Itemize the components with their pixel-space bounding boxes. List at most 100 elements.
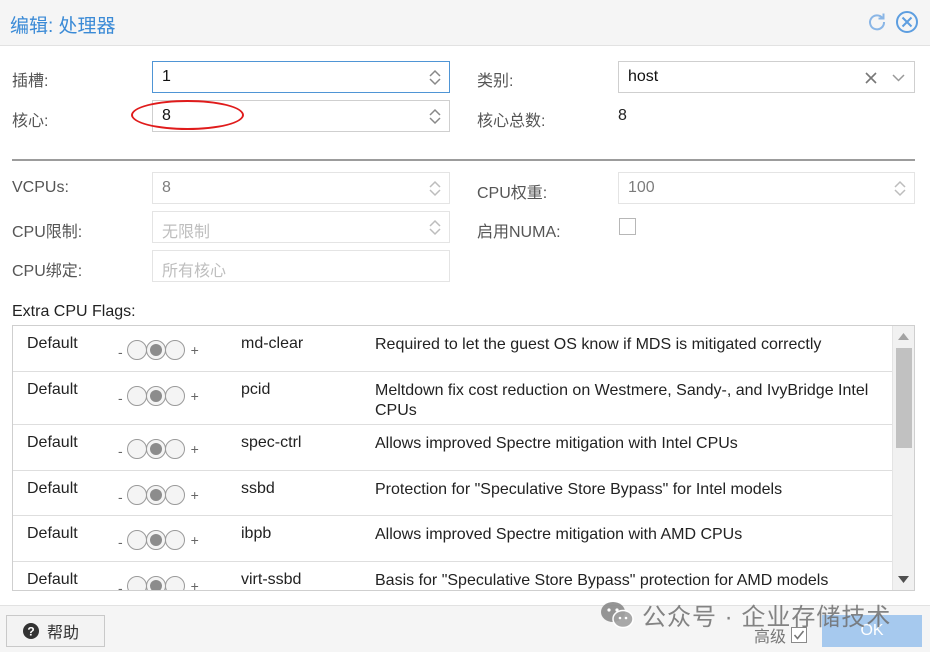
tri-on-radio[interactable] <box>164 386 185 406</box>
dialog-titlebar: 编辑: 处理器 <box>0 0 930 46</box>
vcpus-value: 8 <box>162 179 171 196</box>
sockets-field[interactable]: 1 <box>152 61 450 93</box>
cpu-flags-grid: Default - + md-clear Required to let the gue… <box>12 325 915 591</box>
flag-row: Default - + md-clear Required to let the gue… <box>13 326 893 372</box>
flag-state: Default <box>27 480 78 497</box>
flag-row: Default - + ssbd Protection for "Speculative… <box>13 471 893 516</box>
spin-down-icon[interactable] <box>429 116 441 125</box>
reset-icon[interactable] <box>865 10 889 34</box>
spin-down-icon[interactable] <box>429 188 441 197</box>
spin-up-icon[interactable] <box>429 219 441 227</box>
dialog-footer: ? 帮助 高级 OK <box>0 605 930 652</box>
advanced-toggle[interactable]: 高级 <box>754 623 808 647</box>
tri-on-radio[interactable] <box>164 340 185 360</box>
scroll-down-icon[interactable] <box>898 576 909 583</box>
question-circle-icon: ? <box>23 623 39 639</box>
numa-label: 启用NUMA: <box>477 224 561 241</box>
cores-label: 核心: <box>12 113 49 130</box>
vertical-scrollbar[interactable] <box>892 326 914 590</box>
sockets-spinner[interactable] <box>421 62 449 92</box>
cpu-units-field[interactable]: 100 <box>618 172 915 204</box>
tri-state-toggle[interactable]: - + <box>118 386 199 406</box>
cpu-limit-label: CPU限制: <box>12 224 83 241</box>
tri-plus-label: + <box>190 388 199 404</box>
tri-default-radio[interactable] <box>145 485 166 505</box>
tri-off-radio[interactable] <box>126 340 147 360</box>
tri-plus-label: + <box>190 441 199 457</box>
flag-row: Default - + spec-ctrl Allows improved Spectr… <box>13 425 893 471</box>
scroll-up-icon[interactable] <box>898 333 909 340</box>
spin-up-icon[interactable] <box>429 180 441 188</box>
tri-off-radio[interactable] <box>126 576 147 590</box>
section-divider <box>12 159 915 161</box>
flag-row: Default - + ibpb Allows improved Spectre mit… <box>13 516 893 562</box>
tri-off-radio[interactable] <box>126 485 147 505</box>
flag-description: Basis for "Speculative Store Bypass" pro… <box>375 572 829 589</box>
spin-up-icon[interactable] <box>429 108 441 116</box>
sockets-label: 插槽: <box>12 73 49 90</box>
tri-minus-label: - <box>118 534 123 550</box>
flag-name: spec-ctrl <box>241 434 302 451</box>
tri-off-radio[interactable] <box>126 386 147 406</box>
tri-default-radio[interactable] <box>145 439 166 459</box>
tri-default-radio[interactable] <box>145 386 166 406</box>
flag-name: md-clear <box>241 335 304 352</box>
flag-state: Default <box>27 571 78 588</box>
dialog-title: 编辑: 处理器 <box>10 16 116 37</box>
tri-state-toggle[interactable]: - + <box>118 485 199 505</box>
cpu-affinity-field[interactable]: 所有核心 <box>152 250 450 282</box>
tri-default-radio[interactable] <box>145 340 166 360</box>
tri-state-toggle[interactable]: - + <box>118 530 199 550</box>
clear-icon[interactable] <box>865 72 877 84</box>
chevron-down-icon[interactable] <box>892 74 905 82</box>
vcpus-spinner[interactable] <box>421 173 449 203</box>
spin-down-icon[interactable] <box>894 188 906 197</box>
spin-up-icon[interactable] <box>429 69 441 77</box>
tri-plus-label: + <box>190 342 199 358</box>
scrollbar-thumb[interactable] <box>896 348 912 448</box>
spin-down-icon[interactable] <box>429 77 441 86</box>
cores-spinner[interactable] <box>421 101 449 131</box>
selected-dot-icon <box>149 344 162 356</box>
tri-on-radio[interactable] <box>164 576 185 590</box>
vcpus-field[interactable]: 8 <box>152 172 450 204</box>
cores-value: 8 <box>162 107 171 124</box>
flag-description: Allows improved Spectre mitigation with … <box>375 526 743 543</box>
cores-field[interactable]: 8 <box>152 100 450 132</box>
cpu-limit-spinner[interactable] <box>421 212 449 242</box>
tri-minus-label: - <box>118 580 123 591</box>
type-combobox[interactable]: host <box>618 61 915 93</box>
numa-checkbox[interactable] <box>619 218 636 235</box>
spin-down-icon[interactable] <box>429 227 441 236</box>
selected-dot-icon <box>149 489 162 501</box>
flag-state: Default <box>27 381 78 398</box>
tri-state-toggle[interactable]: - + <box>118 576 199 591</box>
tri-default-radio[interactable] <box>145 530 166 550</box>
svg-text:?: ? <box>27 625 34 639</box>
total-cores-label: 核心总数: <box>477 113 546 130</box>
flag-state: Default <box>27 525 78 542</box>
help-button[interactable]: ? 帮助 <box>6 615 105 647</box>
tri-state-toggle[interactable]: - + <box>118 340 199 360</box>
tri-on-radio[interactable] <box>164 485 185 505</box>
flag-description: Allows improved Spectre mitigation with … <box>375 435 738 452</box>
total-cores-value: 8 <box>618 107 627 124</box>
tri-state-toggle[interactable]: - + <box>118 439 199 459</box>
selected-dot-icon <box>149 534 162 546</box>
tri-off-radio[interactable] <box>126 530 147 550</box>
cpu-limit-field[interactable]: 无限制 <box>152 211 450 243</box>
tri-off-radio[interactable] <box>126 439 147 459</box>
tri-default-radio[interactable] <box>145 576 166 590</box>
cpu-affinity-label: CPU绑定: <box>12 263 83 280</box>
advanced-checkbox[interactable] <box>791 627 808 643</box>
tri-plus-label: + <box>190 487 199 503</box>
cpu-units-label: CPU权重: <box>477 185 548 202</box>
ok-button[interactable]: OK <box>822 615 922 647</box>
tri-on-radio[interactable] <box>164 530 185 550</box>
selected-dot-icon <box>149 580 162 590</box>
spin-up-icon[interactable] <box>894 180 906 188</box>
tri-on-radio[interactable] <box>164 439 185 459</box>
close-icon[interactable] <box>895 10 919 34</box>
cpu-units-spinner[interactable] <box>886 173 914 203</box>
type-label: 类别: <box>477 73 514 90</box>
